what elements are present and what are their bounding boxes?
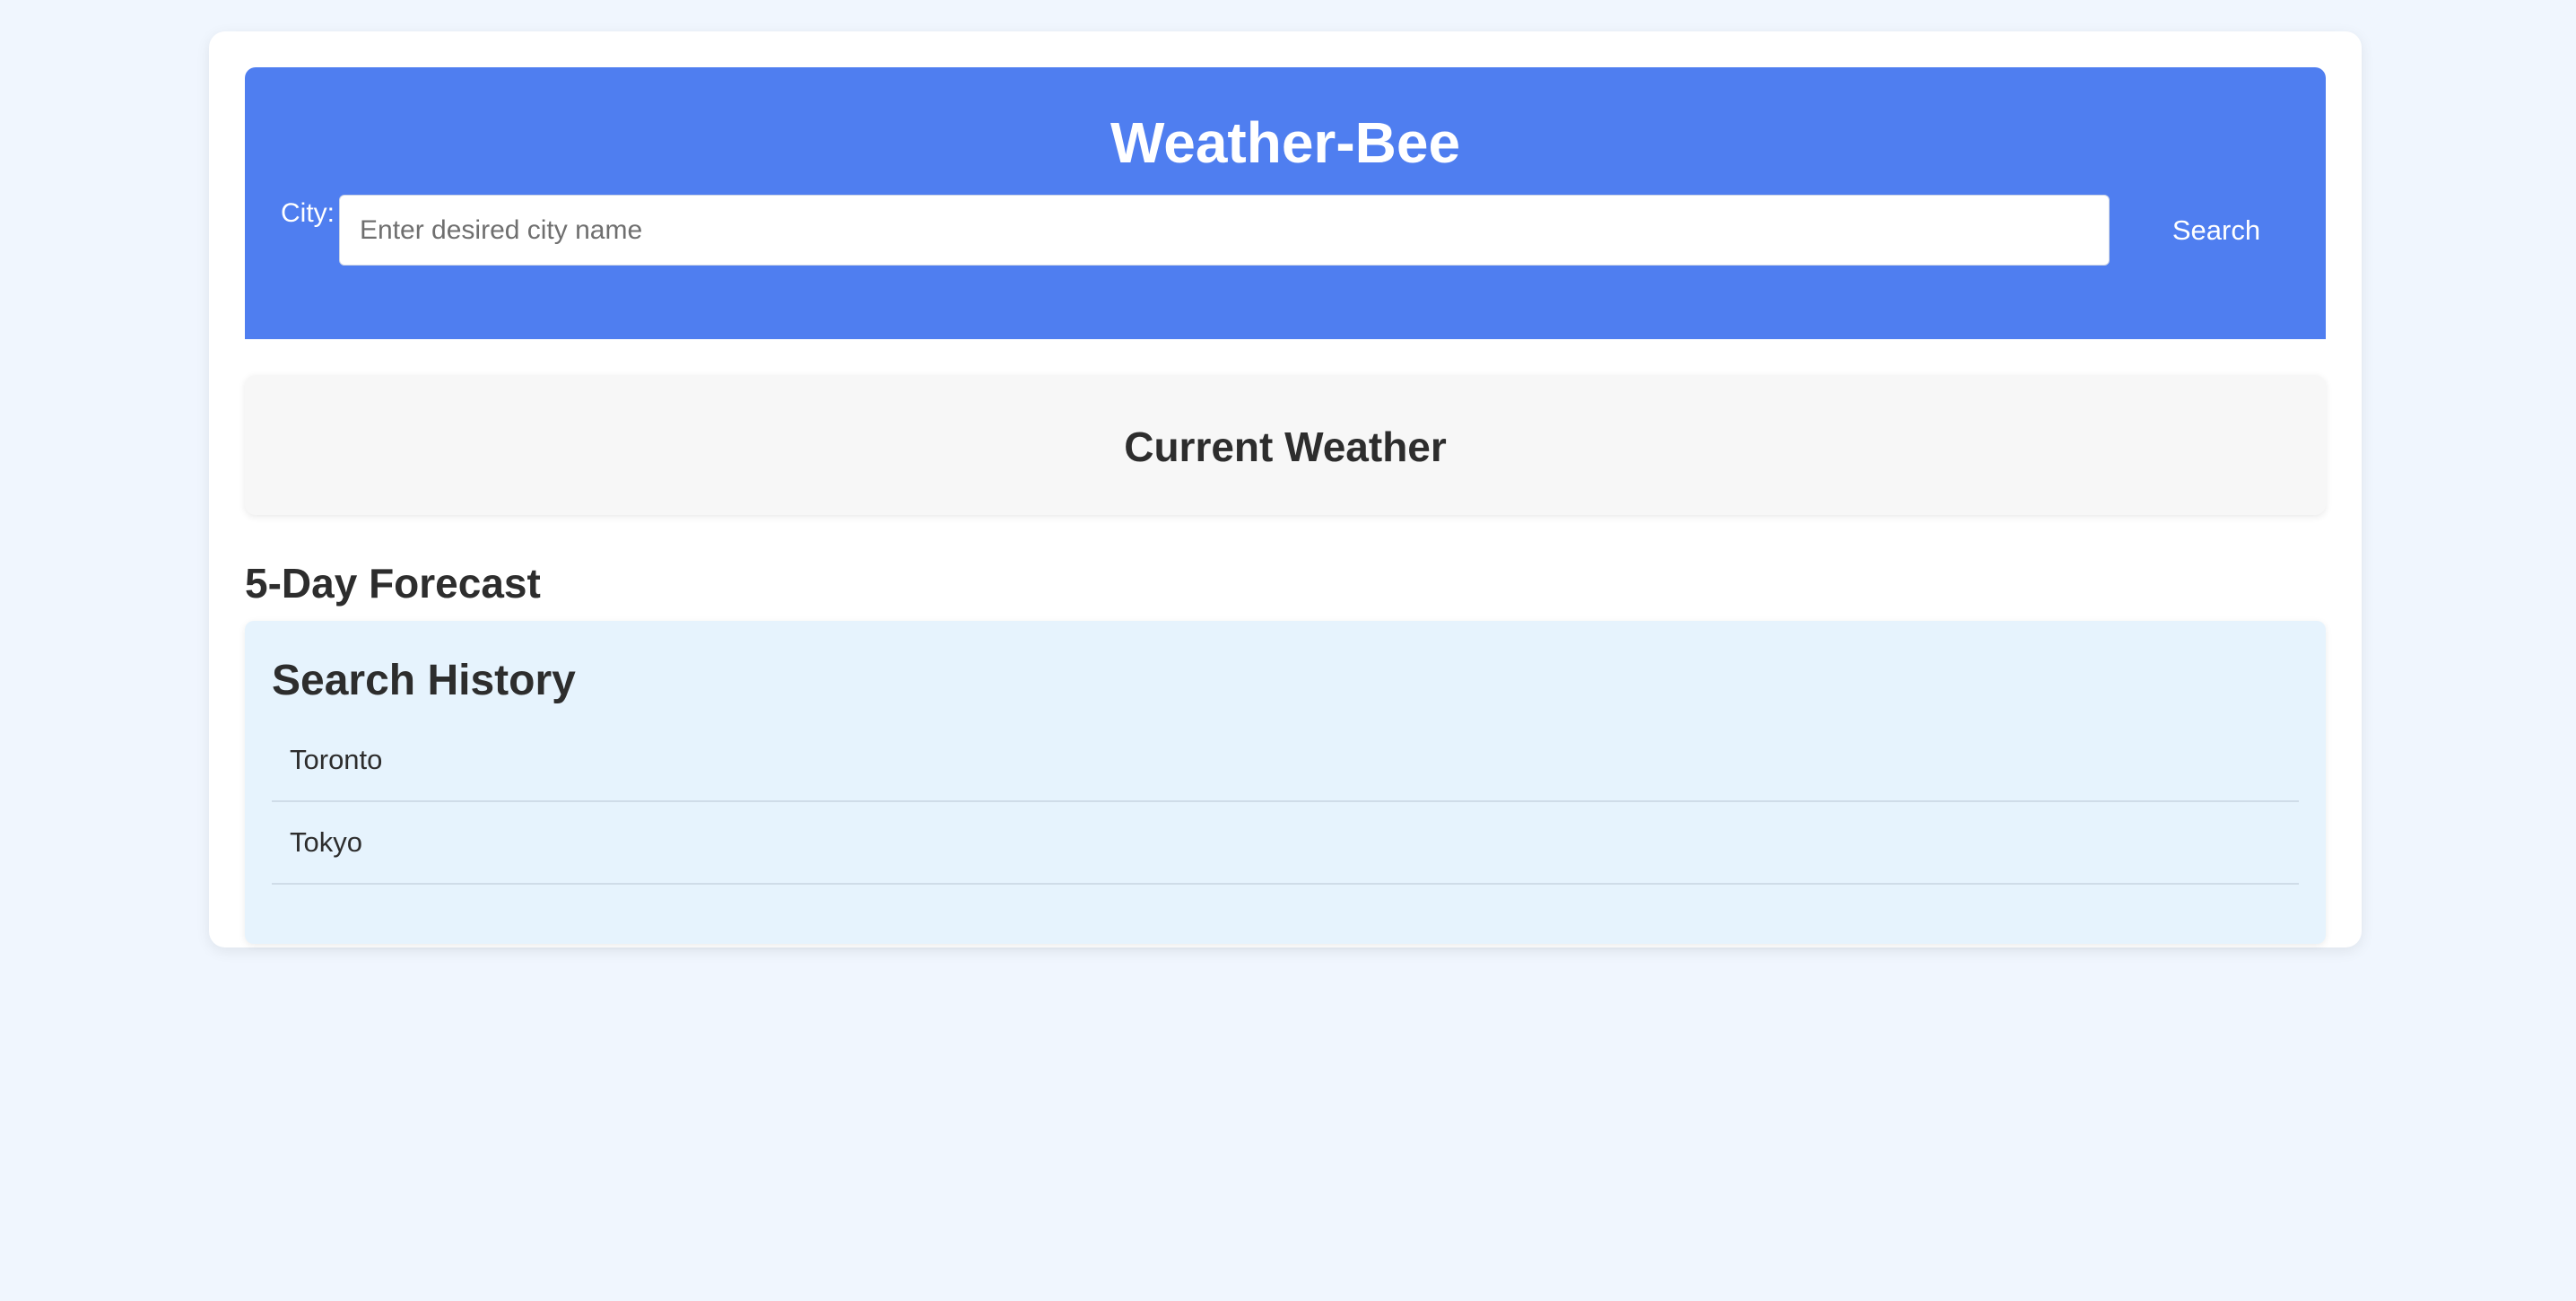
city-search-input[interactable] — [339, 195, 2110, 266]
current-weather-heading: Current Weather — [1124, 423, 1447, 470]
forecast-heading: 5-Day Forecast — [245, 560, 541, 607]
search-history-panel: Search History Toronto Tokyo — [245, 621, 2326, 944]
search-history-heading: Search History — [272, 657, 576, 704]
current-weather-panel: Current Weather — [245, 375, 2326, 515]
history-item-toronto[interactable]: Toronto — [272, 720, 2299, 802]
history-item-tokyo[interactable]: Tokyo — [272, 802, 2299, 885]
search-history-list: Toronto Tokyo — [272, 720, 2299, 885]
search-button[interactable]: Search — [2140, 195, 2293, 266]
main-card: Weather-Bee City: Search Current Weather… — [209, 31, 2362, 947]
app-title: Weather-Bee — [1110, 110, 1461, 175]
app-header: Weather-Bee City: Search — [245, 67, 2326, 339]
city-label: City: — [281, 198, 335, 228]
